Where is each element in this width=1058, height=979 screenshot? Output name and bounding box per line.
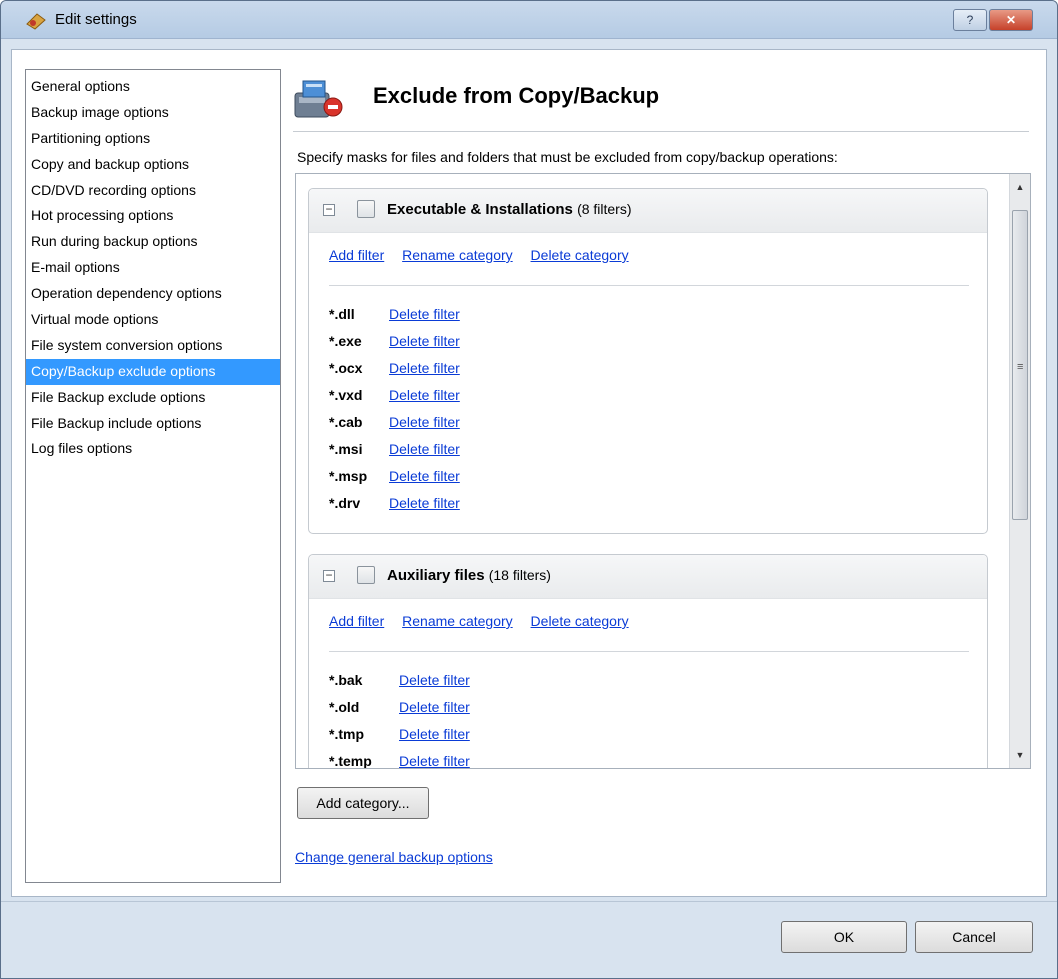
filter-mask: *.temp [329,753,372,769]
filter-row: *.vxd Delete filter [329,382,460,409]
delete-category-link[interactable]: Delete category [531,613,629,629]
delete-filter-link[interactable]: Delete filter [389,306,460,322]
filter-mask: *.dll [329,306,355,322]
filter-mask: *.msi [329,441,363,457]
instructions-text: Specify masks for files and folders that… [297,149,838,165]
settings-sidebar: General options Backup image options Par… [25,69,281,883]
header-divider [293,131,1029,132]
sidebar-item-virtual-mode[interactable]: Virtual mode options [26,307,280,333]
grip-icon: ≡ [1017,361,1024,373]
change-general-backup-options-link[interactable]: Change general backup options [295,849,493,865]
close-button[interactable]: ✕ [989,9,1033,31]
sidebar-item-hot-processing[interactable]: Hot processing options [26,203,280,229]
add-filter-link[interactable]: Add filter [329,247,384,263]
sidebar-item-general[interactable]: General options [26,74,280,100]
sidebar-item-file-backup-exclude[interactable]: File Backup exclude options [26,385,280,411]
rename-category-link[interactable]: Rename category [402,613,513,629]
category-header: − Executable & Installations (8 filters) [309,189,987,233]
page-title: Exclude from Copy/Backup [373,83,660,108]
sidebar-item-file-backup-include[interactable]: File Backup include options [26,411,280,437]
category-filter-count: (8 filters) [577,201,632,217]
filter-mask: *.msp [329,468,368,484]
app-icon [26,13,46,30]
filter-row: *.exe Delete filter [329,328,460,355]
filter-row: *.dll Delete filter [329,301,460,328]
sidebar-item-run-during-backup[interactable]: Run during backup options [26,229,280,255]
title-bar[interactable]: Edit settings ? ✕ [1,1,1057,39]
category-divider [329,285,969,286]
delete-filter-link[interactable]: Delete filter [399,753,470,768]
filter-row: *.bak Delete filter [329,667,470,694]
scroll-down-arrow-icon[interactable]: ▼ [1010,746,1030,764]
filter-mask: *.bak [329,672,363,688]
filter-list: *.bak Delete filter *.old Delete filter *.… [329,667,470,769]
cancel-button[interactable]: Cancel [915,921,1033,953]
delete-filter-link[interactable]: Delete filter [389,468,460,484]
category-actions: Add filter Rename category Delete catego… [329,613,643,629]
category-name: Auxiliary files [387,567,485,584]
categories-scroll-area[interactable]: − Executable & Installations (8 filters)… [295,173,1031,769]
delete-filter-link[interactable]: Delete filter [389,414,460,430]
rename-category-link[interactable]: Rename category [402,247,513,263]
delete-filter-link[interactable]: Delete filter [399,672,470,688]
filter-row: *.tmp Delete filter [329,721,470,748]
filter-mask: *.drv [329,495,361,511]
sidebar-item-fs-conversion[interactable]: File system conversion options [26,333,280,359]
exclude-settings-icon [294,80,343,118]
category-checkbox[interactable] [357,200,375,218]
sidebar-item-log-files[interactable]: Log files options [26,436,280,462]
delete-filter-link[interactable]: Delete filter [399,726,470,742]
filter-row: *.msi Delete filter [329,436,460,463]
filter-mask: *.old [329,699,360,715]
ok-button[interactable]: OK [781,921,907,953]
delete-filter-link[interactable]: Delete filter [399,699,470,715]
footer-divider [1,901,1057,902]
filter-mask: *.ocx [329,360,363,376]
delete-filter-link[interactable]: Delete filter [389,495,460,511]
scroll-up-arrow-icon[interactable]: ▲ [1010,178,1030,196]
filter-row: *.msp Delete filter [329,463,460,490]
add-category-button[interactable]: Add category... [297,787,429,819]
filter-list: *.dll Delete filter *.exe Delete filter *.… [329,301,460,517]
collapse-toggle-icon[interactable]: − [323,203,335,216]
category-header: − Auxiliary files (18 filters) [309,555,987,599]
edit-settings-window: Edit settings ? ✕ General options Backup… [0,0,1058,979]
category-filter-count: (18 filters) [488,567,551,583]
scrollbar-thumb[interactable]: ≡ [1012,210,1028,520]
delete-category-link[interactable]: Delete category [531,247,629,263]
category-title: Executable & Installations (8 filters) [387,201,632,218]
sidebar-item-email[interactable]: E-mail options [26,255,280,281]
filter-mask: *.tmp [329,726,364,742]
delete-filter-link[interactable]: Delete filter [389,360,460,376]
sidebar-item-copy-backup[interactable]: Copy and backup options [26,152,280,178]
filter-row: *.temp Delete filter [329,748,470,769]
filter-row: *.cab Delete filter [329,409,460,436]
sidebar-item-partitioning[interactable]: Partitioning options [26,126,280,152]
window-title: Edit settings [55,11,137,28]
delete-filter-link[interactable]: Delete filter [389,441,460,457]
filter-row: *.ocx Delete filter [329,355,460,382]
sidebar-item-operation-dependency[interactable]: Operation dependency options [26,281,280,307]
category-checkbox[interactable] [357,566,375,584]
collapse-toggle-icon[interactable]: − [323,569,335,582]
sidebar-item-copy-backup-exclude[interactable]: Copy/Backup exclude options [26,358,280,385]
filter-mask: *.cab [329,414,363,430]
category-title: Auxiliary files (18 filters) [387,567,551,584]
category-actions: Add filter Rename category Delete catego… [329,247,643,263]
category-divider [329,651,969,652]
vertical-scrollbar[interactable]: ▲ ≡ ▼ [1009,174,1030,768]
filter-mask: *.exe [329,333,362,349]
filter-row: *.old Delete filter [329,694,470,721]
sidebar-item-backup-image[interactable]: Backup image options [26,100,280,126]
filter-row: *.drv Delete filter [329,490,460,517]
add-filter-link[interactable]: Add filter [329,613,384,629]
category-executable-installations: − Executable & Installations (8 filters)… [308,188,988,534]
category-name: Executable & Installations [387,201,573,218]
category-auxiliary-files: − Auxiliary files (18 filters) Add filte… [308,554,988,769]
delete-filter-link[interactable]: Delete filter [389,387,460,403]
delete-filter-link[interactable]: Delete filter [389,333,460,349]
sidebar-item-cd-dvd[interactable]: CD/DVD recording options [26,178,280,204]
help-button[interactable]: ? [953,9,987,31]
filter-mask: *.vxd [329,387,363,403]
